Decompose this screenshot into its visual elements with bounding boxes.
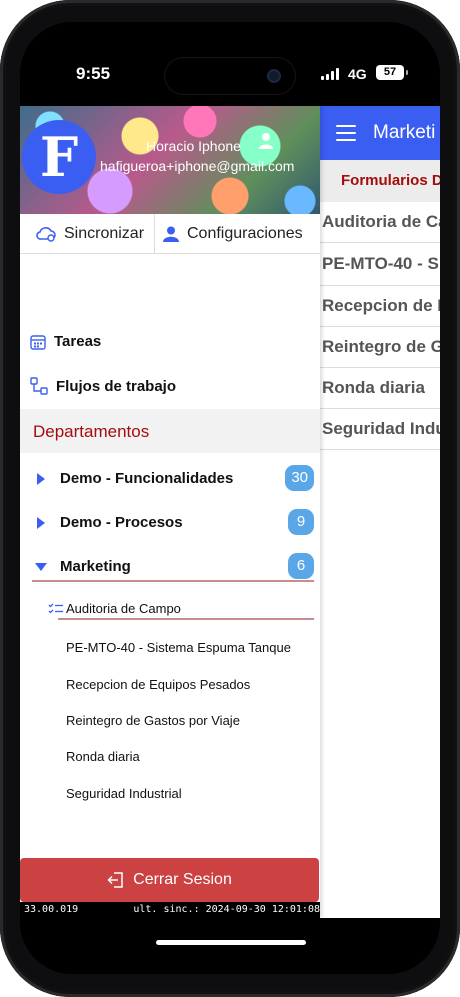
user-name: Horacio Iphone	[146, 138, 241, 154]
list-item[interactable]: Reintegro de G	[320, 327, 440, 368]
camera-icon	[267, 69, 281, 83]
departments-header: Departamentos	[20, 409, 320, 453]
form-name: Auditoria de Campo	[66, 601, 181, 616]
calendar-icon	[30, 334, 46, 350]
user-settings-icon	[163, 226, 179, 242]
signal-icon	[321, 68, 339, 80]
list-item[interactable]: Ronda diaria	[320, 368, 440, 409]
checklist-icon	[48, 603, 63, 613]
department-name: Demo - Procesos	[60, 514, 183, 531]
tab-label: Formularios D	[341, 172, 440, 189]
list-item[interactable]: Auditoria de Ca	[320, 202, 440, 243]
form-item[interactable]: Seguridad Industrial	[66, 786, 182, 801]
department-name: Demo - Funcionalidades	[60, 470, 234, 487]
tab-formularios[interactable]: Formularios D	[320, 160, 440, 202]
settings-label: Configuraciones	[187, 225, 303, 242]
background-page: Marketi Formularios D Auditoria de Ca PE…	[320, 106, 440, 918]
home-indicator[interactable]	[156, 940, 306, 945]
menu-item-tasks[interactable]: Tareas	[30, 333, 101, 350]
logout-icon	[107, 872, 123, 888]
status-bar: 9:55 4G 57	[20, 22, 440, 106]
department-item[interactable]: Demo - Procesos 9	[20, 507, 320, 537]
list-item[interactable]: Seguridad Indu	[320, 409, 440, 450]
count-badge: 30	[285, 465, 314, 491]
status-time: 9:55	[76, 64, 111, 83]
list-item[interactable]: PE-MTO-40 - S Tanque	[320, 243, 440, 286]
form-item[interactable]: Recepcion de Equipos Pesados	[66, 677, 250, 692]
logout-label: Cerrar Sesion	[133, 871, 232, 888]
menu-item-workflows[interactable]: Flujos de trabajo	[30, 377, 176, 395]
caret-right-icon	[37, 517, 45, 529]
form-item-selected[interactable]: Auditoria de Campo	[48, 601, 181, 616]
network-label: 4G	[348, 66, 367, 82]
home-area	[20, 918, 440, 974]
drawer-footer: 33.00.019 ult. sinc.: 2024-09-30 12:01:0…	[20, 902, 320, 918]
workflow-icon	[30, 377, 48, 395]
divider	[58, 618, 314, 620]
department-item[interactable]: Marketing 6	[20, 551, 320, 581]
count-badge: 9	[288, 509, 314, 535]
settings-button[interactable]: Configuraciones	[155, 214, 320, 254]
avatar: F	[22, 120, 96, 194]
app-version: 33.00.019	[24, 904, 79, 915]
drawer-header: F Horacio Iphone hafigueroa+iphone@gmail…	[20, 106, 320, 214]
department-name: Marketing	[60, 558, 131, 575]
phone-frame: 9:55 4G 57 Marketi Formularios D Auditor…	[0, 0, 460, 997]
page-title: Marketi	[373, 122, 436, 143]
dynamic-island	[165, 58, 295, 94]
sync-label: Sincronizar	[64, 225, 145, 242]
form-item[interactable]: Reintegro de Gastos por Viaje	[66, 713, 240, 728]
department-item[interactable]: Demo - Funcionalidades 30	[20, 463, 320, 493]
form-item[interactable]: PE-MTO-40 - Sistema Espuma Tanque	[66, 640, 291, 655]
screen: 9:55 4G 57 Marketi Formularios D Auditor…	[20, 22, 440, 974]
top-app-bar: Marketi	[320, 106, 440, 160]
logout-button[interactable]: Cerrar Sesion	[20, 858, 319, 902]
battery-icon: 57	[376, 65, 408, 80]
list-item[interactable]: Recepcion de E	[320, 286, 440, 327]
app: Marketi Formularios D Auditoria de Ca PE…	[20, 106, 440, 918]
caret-right-icon	[37, 473, 45, 485]
menu-label-tasks: Tareas	[54, 333, 102, 350]
cloud-sync-icon	[36, 227, 56, 242]
user-icon	[259, 133, 273, 149]
form-list: Auditoria de Ca PE-MTO-40 - S Tanque Rec…	[320, 202, 440, 450]
caret-down-icon	[35, 563, 47, 571]
menu-label-workflows: Flujos de trabajo	[56, 377, 177, 395]
divider	[32, 580, 314, 582]
menu-icon[interactable]	[336, 125, 356, 146]
drawer-actions: Sincronizar Configuraciones	[20, 214, 320, 254]
sync-button[interactable]: Sincronizar	[20, 214, 155, 254]
form-item[interactable]: Ronda diaria	[66, 749, 140, 764]
count-badge: 6	[288, 553, 314, 579]
user-email: hafigueroa+iphone@gmail.com	[100, 158, 295, 174]
departments-title: Departamentos	[33, 422, 150, 441]
navigation-drawer: F Horacio Iphone hafigueroa+iphone@gmail…	[20, 106, 320, 918]
last-sync: ult. sinc.: 2024-09-30 12:01:08	[133, 904, 320, 915]
